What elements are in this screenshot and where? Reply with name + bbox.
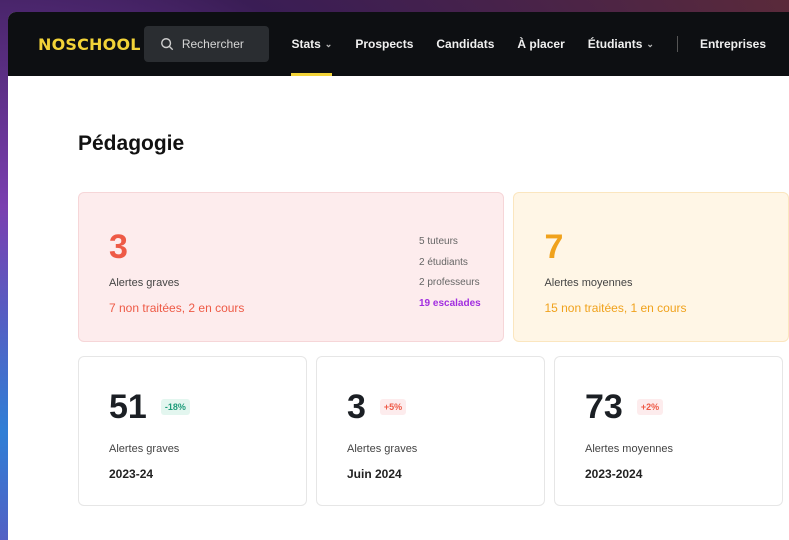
main-nav: Stats ⌄ Prospects Candidats À placer Étu…	[291, 12, 789, 76]
nav-etudiants[interactable]: Étudiants ⌄	[588, 12, 654, 76]
app-logo[interactable]: NOSCHOOL	[38, 35, 144, 54]
stat-label: Alertes moyennes	[585, 443, 674, 455]
nav-a-placer-label: À placer	[517, 37, 565, 51]
stat-period: 2023-24	[109, 467, 154, 481]
nav-divider	[676, 36, 678, 52]
trend-badge: +2%	[636, 399, 664, 415]
nav-a-placer[interactable]: À placer	[517, 12, 564, 76]
nav-prospects[interactable]: Prospects	[355, 12, 413, 76]
breakdown-professeurs: 2 professeurs	[419, 277, 480, 288]
nav-stats-label: Stats	[291, 37, 321, 51]
stat-period: 2023-2024	[585, 467, 643, 481]
alert-summary-row: 3 Alertes graves 7 non traitées, 2 en co…	[78, 192, 789, 342]
moyenne-alerts-label: Alertes moyennes	[544, 277, 633, 289]
main-content: Pédagogie 3 Alertes graves 7 non traitée…	[8, 76, 789, 506]
nav-stats[interactable]: Stats ⌄	[291, 12, 332, 76]
breakdown-tuteurs: 5 tuteurs	[419, 236, 458, 247]
grave-alerts-breakdown: 5 tuteurs 2 étudiants 2 professeurs 19 e…	[419, 232, 481, 314]
search-box[interactable]: Rechercher	[143, 26, 270, 62]
moyenne-alerts-status: 15 non traitées, 1 en cours	[544, 301, 687, 315]
stat-period: Juin 2024	[347, 467, 402, 481]
page-title: Pédagogie	[78, 132, 185, 155]
app-window: NOSCHOOL Rechercher Stats ⌄ Prospects Ca…	[8, 12, 789, 540]
stat-card[interactable]: 3 +5% Alertes graves Juin 2024	[316, 356, 545, 506]
nav-prospects-label: Prospects	[355, 37, 414, 51]
trend-badge: +5%	[379, 399, 407, 415]
stat-card[interactable]: 73 +2% Alertes moyennes 2023-2024	[554, 356, 783, 506]
search-placeholder: Rechercher	[181, 37, 244, 51]
stats-row: 51 -18% Alertes graves 2023-24 3 +5% Ale…	[78, 356, 789, 506]
stat-card[interactable]: 51 -18% Alertes graves 2023-24	[78, 356, 307, 506]
stat-label: Alertes graves	[347, 443, 418, 455]
moyenne-alerts-count: 7	[544, 228, 564, 266]
stat-value: 3	[347, 388, 366, 426]
nav-entreprises-label: Entreprises	[699, 37, 766, 51]
stat-value: 51	[109, 388, 147, 426]
grave-alerts-card[interactable]: 3 Alertes graves 7 non traitées, 2 en co…	[78, 192, 505, 342]
nav-entreprises[interactable]: Entreprises	[700, 12, 766, 76]
stat-label: Alertes graves	[109, 443, 180, 455]
nav-etudiants-label: Étudiants	[587, 37, 643, 51]
moyenne-alerts-card[interactable]: 7 Alertes moyennes 15 non traitées, 1 en…	[513, 192, 789, 342]
top-navigation-bar: NOSCHOOL Rechercher Stats ⌄ Prospects Ca…	[8, 12, 789, 76]
breakdown-escalades[interactable]: 19 escalades	[419, 294, 481, 315]
nav-candidats[interactable]: Candidats	[436, 12, 494, 76]
search-icon	[160, 38, 174, 51]
trend-badge: -18%	[160, 399, 190, 415]
chevron-down-icon: ⌄	[646, 38, 654, 49]
chevron-down-icon: ⌄	[324, 38, 333, 49]
breakdown-etudiants: 2 étudiants	[419, 256, 468, 268]
stat-value: 73	[585, 388, 623, 426]
nav-candidats-label: Candidats	[436, 37, 495, 51]
